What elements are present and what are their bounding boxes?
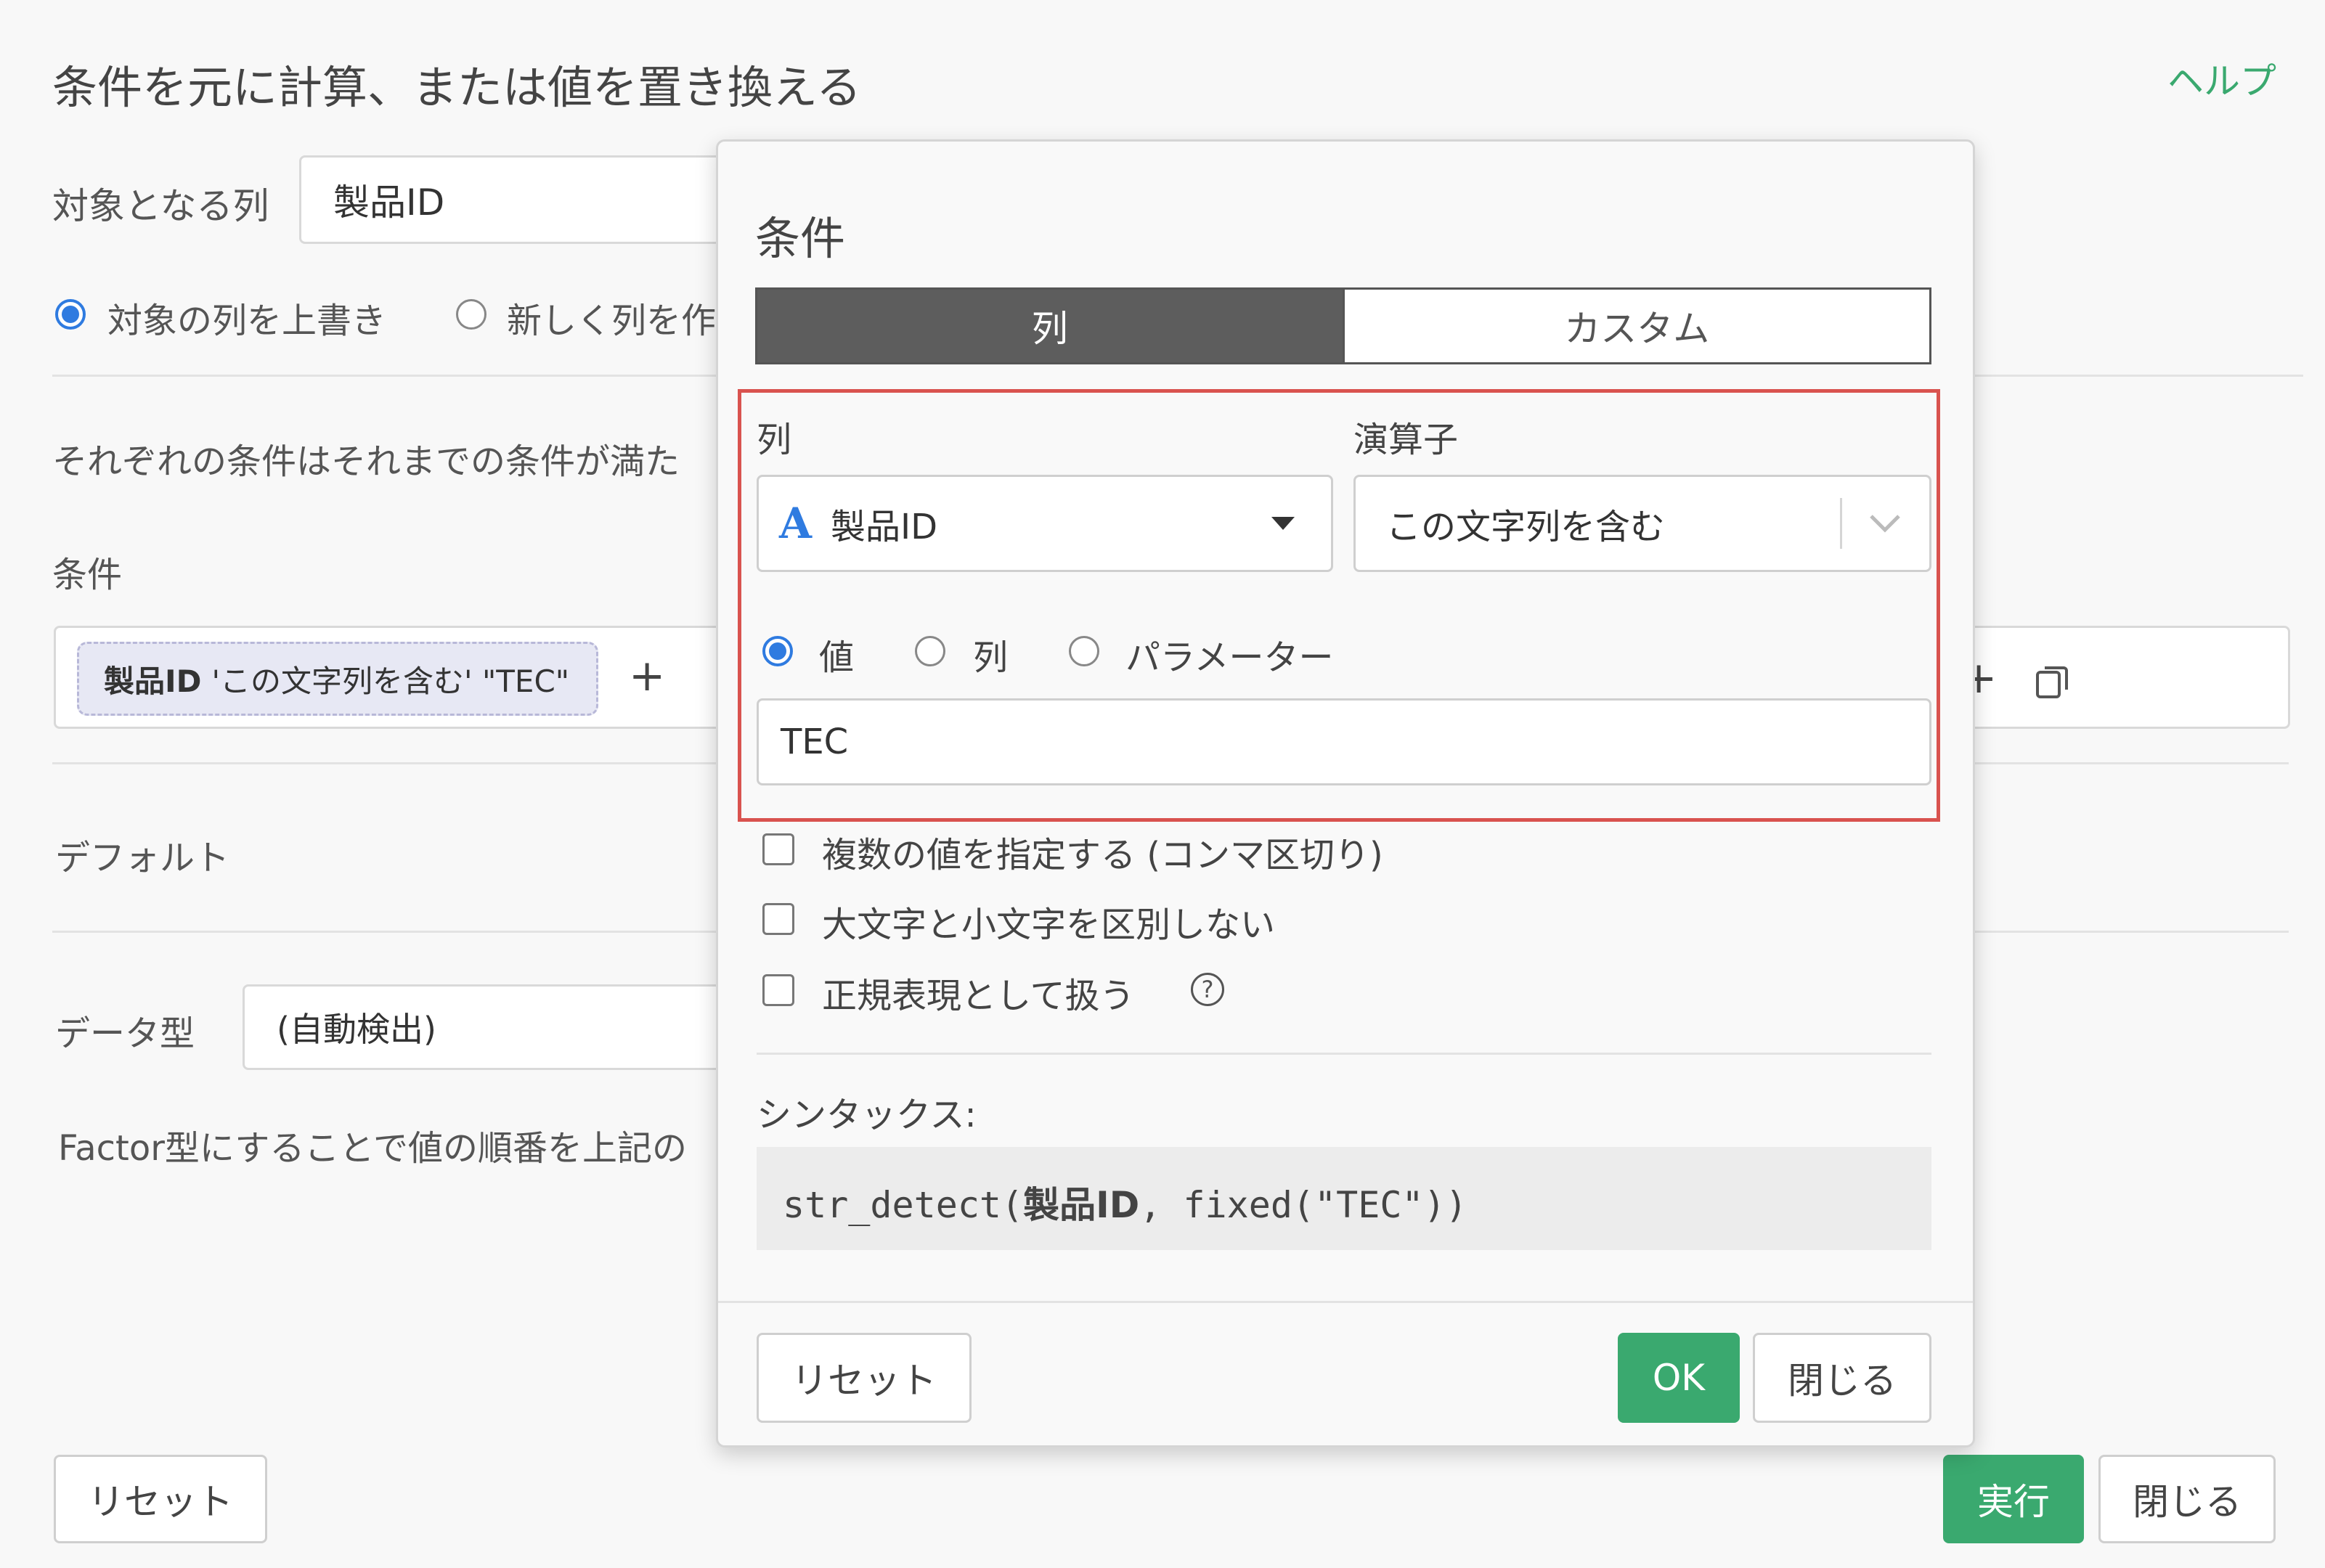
regex-checkbox[interactable] [762,974,794,1006]
help-link[interactable]: ヘルプ [2167,52,2276,105]
chevron-down-icon [1868,513,1902,534]
chip-text: 'この文字列を含む' "TEC" [211,663,570,699]
overwrite-radio[interactable] [55,299,86,330]
condition-chip[interactable]: 製品ID 'この文字列を含む' "TEC" [77,642,598,716]
operator-select-value: この文字列を含む [1386,507,1666,547]
close-button[interactable]: 閉じる [2098,1455,2276,1543]
syntax-preview: str_detect(製品ID, fixed("TEC")) [757,1147,1931,1250]
column-label: 列 [757,420,792,460]
overwrite-label: 対象の列を上書き [107,301,387,341]
column-select[interactable]: A 製品ID [757,475,1333,572]
value-type-label-parameter: パラメーター [1125,637,1334,678]
conditions-label: 条件 [52,555,123,595]
multiple-values-label: 複数の値を指定する (コンマ区切り) [822,835,1383,875]
value-type-radio-column[interactable] [915,636,945,666]
select-separator [1840,498,1842,549]
ignore-case-label: 大文字と小文字を区別しない [822,905,1276,945]
modal-reset-button[interactable]: リセット [757,1333,972,1423]
ok-button[interactable]: OK [1618,1333,1740,1423]
target-column-value: 製品ID [333,181,445,224]
datatype-label: データ型 [55,1013,195,1054]
add-condition-button[interactable]: + [629,650,665,701]
reset-button[interactable]: リセット [54,1455,267,1543]
modal-close-button[interactable]: 閉じる [1753,1333,1931,1423]
default-label: デフォルト [55,838,230,878]
column-select-value: 製品ID [831,507,938,547]
divider [718,1301,1973,1303]
value-input[interactable]: TEC [757,698,1931,785]
operator-label: 演算子 [1353,420,1459,460]
tab-column[interactable]: 列 [757,290,1343,362]
character-type-icon: A [779,499,813,548]
new-column-radio[interactable] [456,299,486,330]
syntax-label: シンタックス: [757,1095,977,1135]
dialog-title: 条件を元に計算、または値を置き換える [52,61,862,114]
conditions-description: それぞれの条件はそれまでの条件が満た [52,441,680,482]
syntax-suffix: , fixed("TEC")) [1139,1184,1467,1226]
value-type-label-value: 値 [819,637,855,678]
chip-column: 製品ID [104,663,202,699]
value-type-radio-parameter[interactable] [1069,636,1099,666]
value-type-label-column: 列 [973,637,1009,678]
factor-note: Factor型にすることで値の順番を上記の [58,1128,687,1169]
copy-icon[interactable] [2035,663,2069,700]
run-button[interactable]: 実行 [1943,1455,2084,1543]
caret-down-icon [1271,517,1295,530]
syntax-prefix: str_detect( [783,1184,1024,1226]
tab-custom[interactable]: カスタム [1342,290,1929,362]
multiple-values-checkbox[interactable] [762,833,794,865]
modal-title: 条件 [755,212,846,265]
divider [757,1053,1931,1055]
syntax-column: 製品ID [1023,1184,1140,1226]
ignore-case-checkbox[interactable] [762,903,794,935]
operator-select[interactable]: この文字列を含む [1353,475,1931,572]
regex-label: 正規表現として扱う [822,976,1135,1016]
value-input-text: TEC [781,722,849,762]
datatype-value: (自動検出) [277,1010,436,1049]
new-column-label: 新しく列を作 [507,301,717,341]
help-circle-icon[interactable]: ? [1191,973,1224,1006]
condition-tabs: 列 カスタム [755,287,1931,364]
target-column-label: 対象となる列 [52,185,269,227]
value-type-radio-value[interactable] [762,636,793,666]
